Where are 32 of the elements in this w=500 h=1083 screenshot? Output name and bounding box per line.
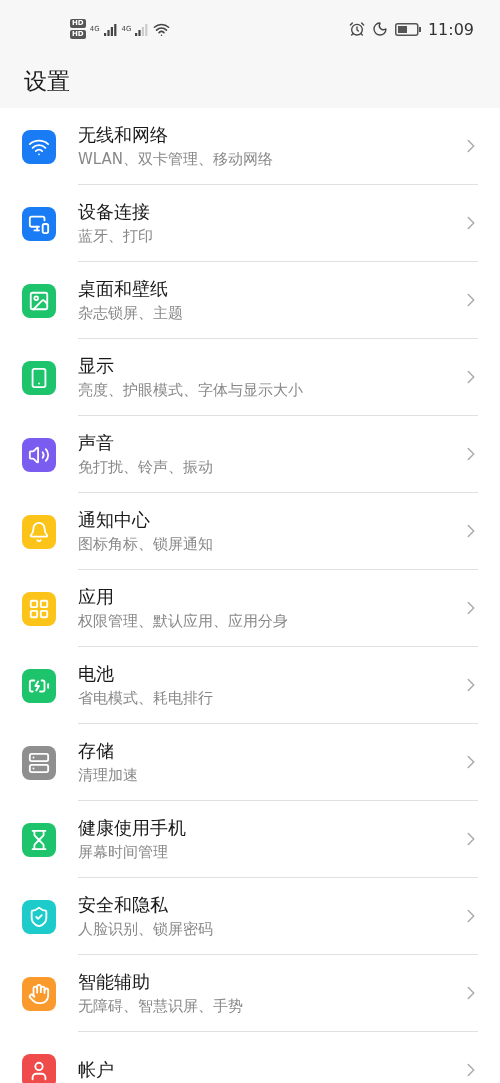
setting-title[interactable]: 存储 (78, 739, 460, 763)
moon-icon (371, 21, 388, 37)
setting-title[interactable]: 桌面和壁纸 (78, 277, 460, 301)
clock-time: 11:09 (427, 19, 474, 39)
setting-title[interactable]: 电池 (78, 662, 460, 686)
setting-subtitle: 屏幕时间管理 (78, 843, 169, 862)
alarm-icon (348, 21, 365, 37)
setting-subtitle: 无障碍、智慧识屏、手势 (78, 997, 244, 1016)
signal-icon (135, 22, 150, 36)
setting-subtitle: 省电模式、耗电排行 (78, 689, 214, 708)
setting-subtitle: 清理加速 (78, 766, 139, 785)
setting-subtitle: 图标角标、锁屏通知 (78, 535, 214, 554)
setting-subtitle: 权限管理、默认应用、应用分身 (78, 612, 289, 631)
setting-title[interactable]: 智能辅助 (78, 970, 460, 994)
setting-title[interactable]: 应用 (78, 585, 460, 609)
setting-subtitle: 免打扰、铃声、振动 (78, 458, 214, 477)
page-title: 设置 (23, 67, 71, 96)
battery-icon (394, 22, 421, 36)
setting-subtitle: 亮度、护眼模式、字体与显示大小 (78, 381, 304, 400)
setting-subtitle: 杂志锁屏、主题 (78, 304, 184, 323)
setting-title[interactable]: 健康使用手机 (78, 816, 460, 840)
setting-title[interactable]: 声音 (78, 431, 460, 455)
signal-icon (103, 22, 118, 36)
setting-subtitle: WLAN、双卡管理、移动网络 (78, 150, 274, 169)
setting-title[interactable]: 安全和隐私 (78, 893, 460, 917)
setting-title[interactable]: 无线和网络 (78, 123, 460, 147)
setting-title[interactable]: 通知中心 (78, 508, 460, 532)
setting-title[interactable]: 显示 (78, 354, 460, 378)
setting-subtitle: 人脸识别、锁屏密码 (78, 920, 214, 939)
setting-subtitle: 蓝牙、打印 (78, 227, 154, 246)
setting-title[interactable]: 帐户 (78, 1058, 460, 1082)
setting-title[interactable]: 设备连接 (78, 200, 460, 224)
